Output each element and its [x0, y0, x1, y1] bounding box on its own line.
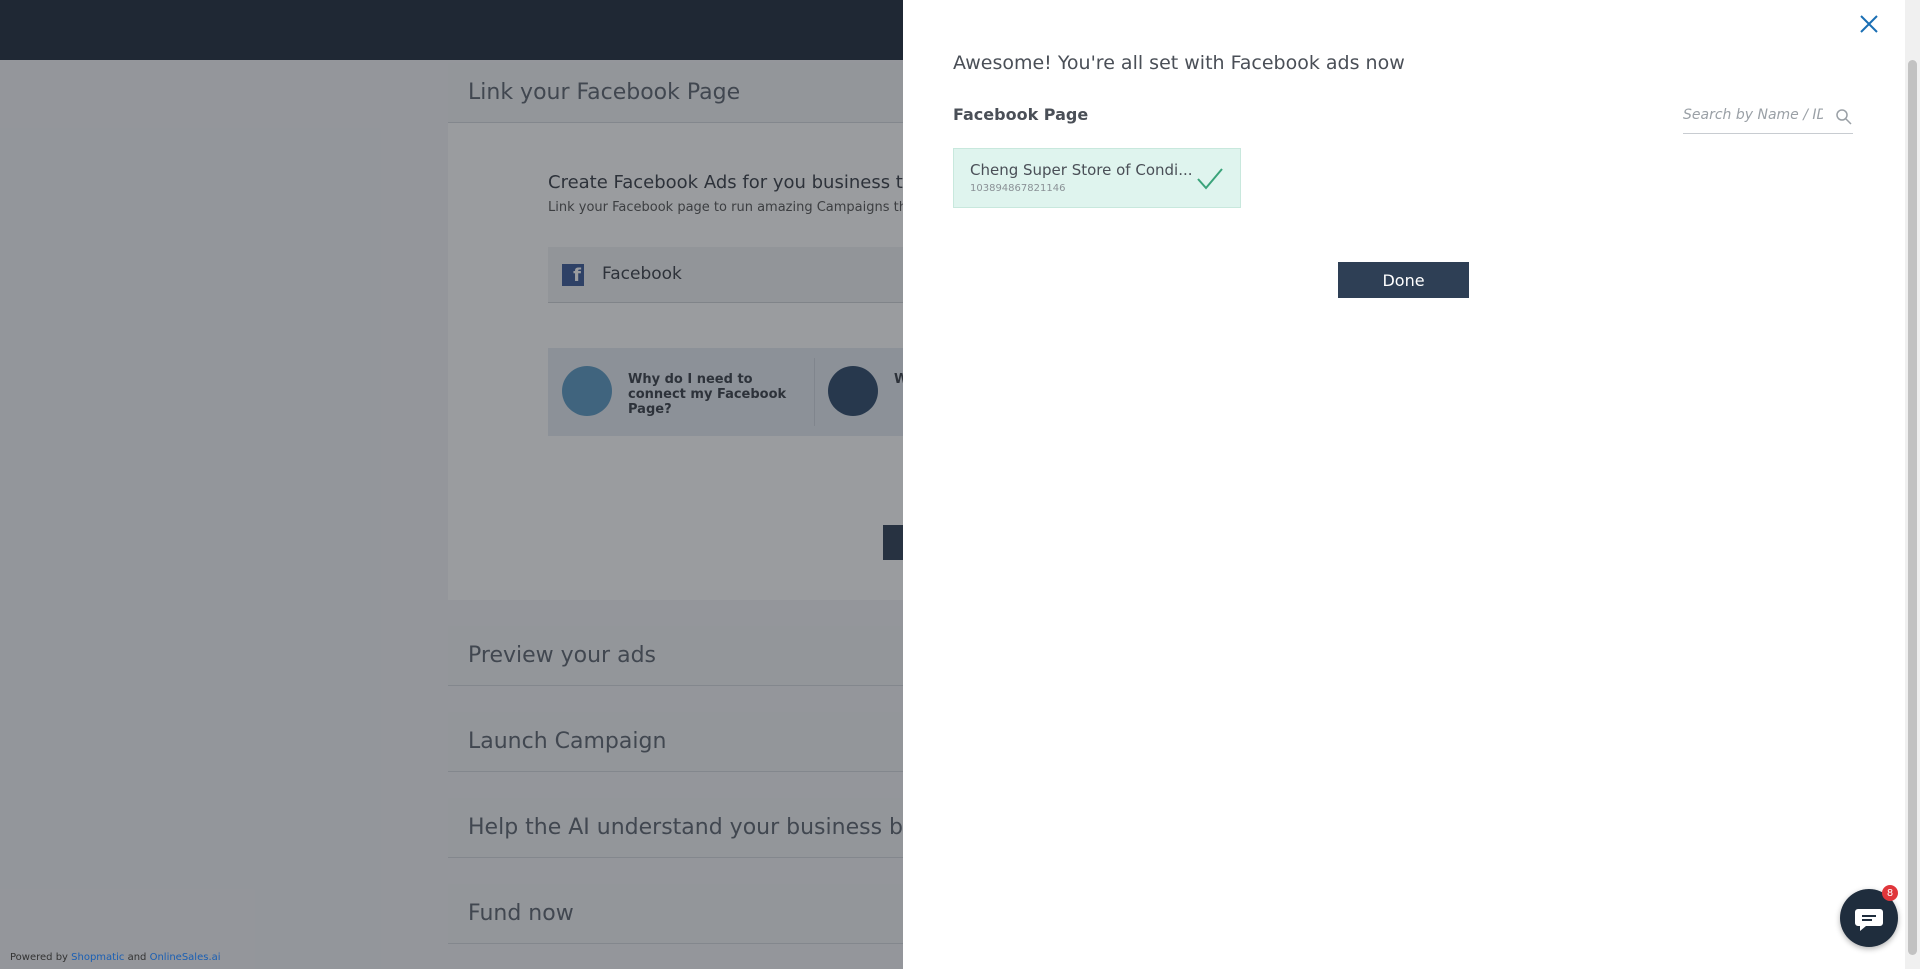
- footer-and: and: [127, 952, 147, 963]
- search-input[interactable]: [1683, 103, 1823, 127]
- drawer-title: Awesome! You're all set with Facebook ad…: [953, 52, 1405, 74]
- page-id: 103894867821146: [970, 183, 1066, 194]
- done-button[interactable]: Done: [1338, 262, 1469, 298]
- facebook-page-drawer: Awesome! You're all set with Facebook ad…: [903, 0, 1905, 969]
- scrollbar[interactable]: [1905, 0, 1920, 969]
- facebook-page-label: Facebook Page: [953, 105, 1089, 124]
- footer: Powered by Shopmatic and OnlineSales.ai: [10, 952, 221, 963]
- chat-button[interactable]: 8: [1840, 885, 1898, 947]
- page-name: Cheng Super Store of Condi...: [970, 161, 1193, 179]
- close-icon[interactable]: [1857, 12, 1881, 36]
- chat-badge: 8: [1882, 885, 1898, 901]
- selected-page-card[interactable]: Cheng Super Store of Condi... 1038948678…: [953, 148, 1241, 208]
- footer-powered-by: Powered by: [10, 952, 68, 963]
- check-icon: [1196, 165, 1224, 193]
- search-icon[interactable]: [1835, 108, 1853, 126]
- page-search: [1683, 103, 1853, 134]
- shopmatic-link[interactable]: Shopmatic: [71, 952, 124, 963]
- onlinesales-link[interactable]: OnlineSales.ai: [150, 952, 221, 963]
- scrollbar-thumb[interactable]: [1908, 60, 1917, 955]
